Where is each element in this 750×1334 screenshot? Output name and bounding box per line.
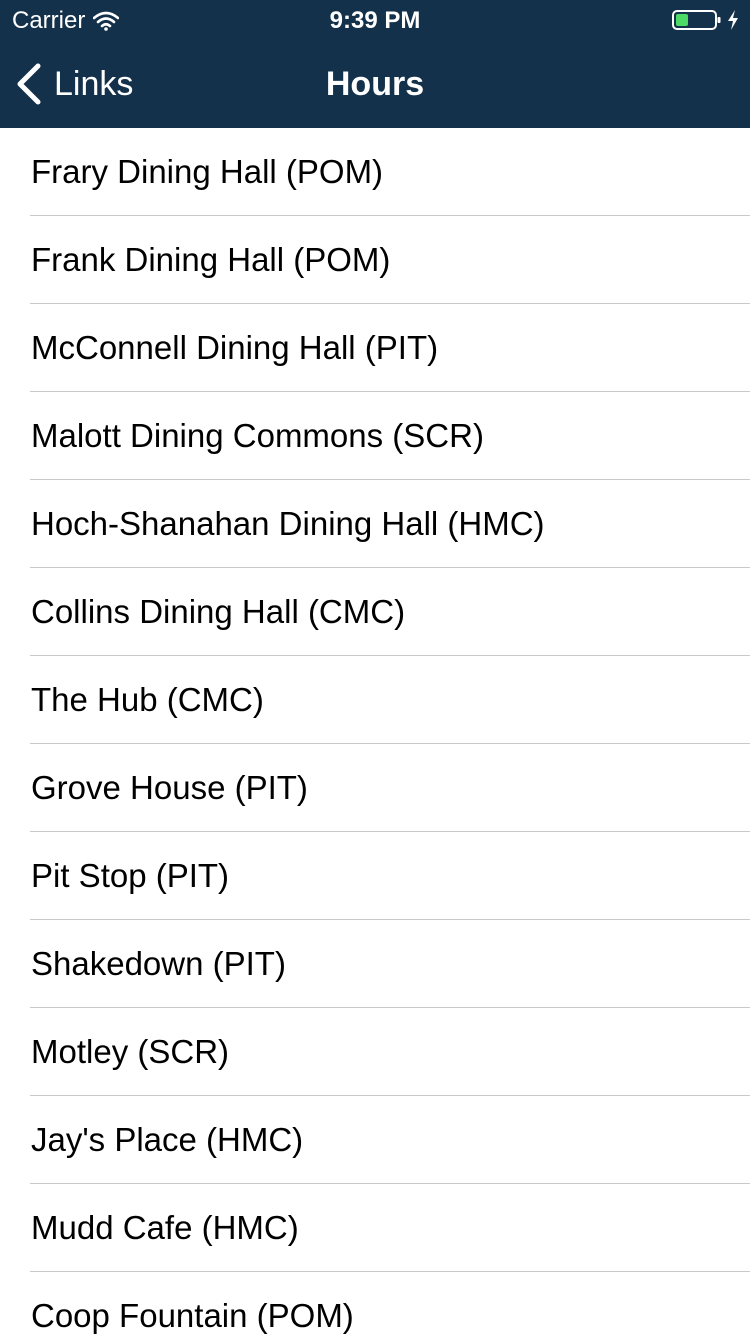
list-item[interactable]: Hoch-Shanahan Dining Hall (HMC) [0,480,750,568]
page-title: Hours [325,65,425,103]
navigation-bar: Links Hours [0,40,750,128]
list-item[interactable]: Mudd Cafe (HMC) [0,1184,750,1272]
list-item[interactable]: Malott Dining Commons (SCR) [0,392,750,480]
list-item[interactable]: McConnell Dining Hall (PIT) [0,304,750,392]
list-item[interactable]: Coop Fountain (POM) [0,1272,750,1334]
list-item-label: Frank Dining Hall (POM) [31,241,391,278]
list-item-label: Malott Dining Commons (SCR) [31,417,484,454]
list-item[interactable]: Frank Dining Hall (POM) [0,216,750,304]
list-item-label: Coop Fountain (POM) [31,1297,354,1334]
list-item-label: Frary Dining Hall (POM) [31,153,384,190]
list-item-label: The Hub (CMC) [31,681,264,718]
battery-indicator [672,9,740,31]
status-bar: Carrier 9:39 PM [0,0,750,40]
list-item[interactable]: Motley (SCR) [0,1008,750,1096]
list-item-label: Mudd Cafe (HMC) [31,1209,299,1246]
list-item-label: Collins Dining Hall (CMC) [31,593,406,630]
list-item[interactable]: Shakedown (PIT) [0,920,750,1008]
list-item-label: Pit Stop (PIT) [31,857,230,894]
dining-hall-list: Frary Dining Hall (POM) Frank Dining Hal… [0,128,750,1334]
status-time: 9:39 PM [329,7,421,34]
list-item[interactable]: Grove House (PIT) [0,744,750,832]
list-item-label: Grove House (PIT) [31,769,308,806]
list-item[interactable]: Collins Dining Hall (CMC) [0,568,750,656]
list-item[interactable]: Pit Stop (PIT) [0,832,750,920]
list-item-label: Shakedown (PIT) [31,945,286,982]
list-item-label: Motley (SCR) [31,1033,230,1070]
list-item-label: McConnell Dining Hall (PIT) [31,329,439,366]
list-item[interactable]: The Hub (CMC) [0,656,750,744]
list-item[interactable]: Jay's Place (HMC) [0,1096,750,1184]
list-item-label: Jay's Place (HMC) [31,1121,304,1158]
header: Carrier 9:39 PM Links Hours [0,0,750,128]
list-item-label: Hoch-Shanahan Dining Hall (HMC) [31,505,545,542]
list-item[interactable]: Frary Dining Hall (POM) [0,128,750,216]
charging-bolt-icon [728,10,738,30]
battery-charging-icon [672,10,721,30]
